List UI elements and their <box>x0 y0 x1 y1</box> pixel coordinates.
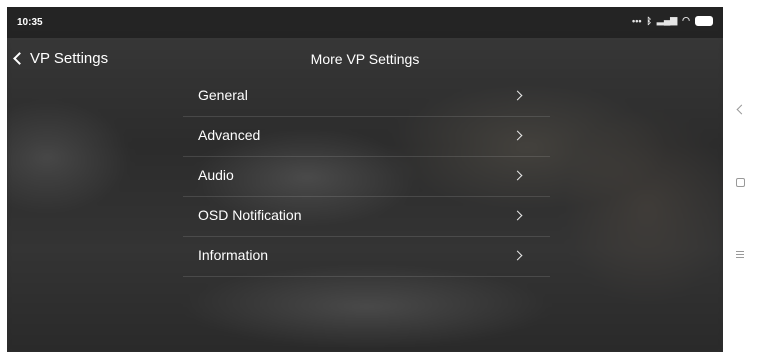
back-icon[interactable] <box>736 104 747 115</box>
menu-item-information[interactable]: Information <box>183 237 550 277</box>
home-icon[interactable] <box>736 178 745 187</box>
menu-item-label: Information <box>198 247 269 263</box>
chevron-right-icon <box>512 170 523 181</box>
menu-item-label: OSD Notification <box>198 207 302 223</box>
bluetooth-icon: ᛒ <box>646 15 652 26</box>
recents-icon[interactable] <box>736 251 744 260</box>
chevron-right-icon <box>512 130 523 141</box>
status-bar: 10:35 ••• ᛒ ▂▄▆ ◠ <box>7 7 723 38</box>
menu-item-label: Advanced <box>198 127 261 143</box>
menu-item-label: General <box>198 87 248 103</box>
menu-item-general[interactable]: General <box>183 77 550 117</box>
battery-icon <box>695 15 713 26</box>
nav-header: VP Settings More VP Settings <box>7 50 723 74</box>
app-screen: 10:35 ••• ᛒ ▂▄▆ ◠ VP Settings More VP Se… <box>7 7 723 352</box>
menu-item-label: Audio <box>198 167 234 183</box>
wifi-icon: ◠ <box>682 15 690 25</box>
chevron-right-icon <box>512 210 523 221</box>
menu-item-osd-notification[interactable]: OSD Notification <box>183 197 550 237</box>
more-dots-icon: ••• <box>632 15 642 26</box>
menu-item-advanced[interactable]: Advanced <box>183 117 550 157</box>
menu-item-audio[interactable]: Audio <box>183 157 550 197</box>
page-title: More VP Settings <box>310 51 420 67</box>
status-icons: ••• ᛒ ▂▄▆ ◠ <box>632 15 713 26</box>
system-navigation-bar <box>723 0 761 352</box>
status-time: 10:35 <box>17 17 43 28</box>
chevron-right-icon <box>512 90 523 101</box>
chevron-right-icon <box>512 250 523 261</box>
signal-icon: ▂▄▆ <box>656 15 678 25</box>
settings-menu-list: General Advanced Audio OSD Notification … <box>183 77 550 277</box>
